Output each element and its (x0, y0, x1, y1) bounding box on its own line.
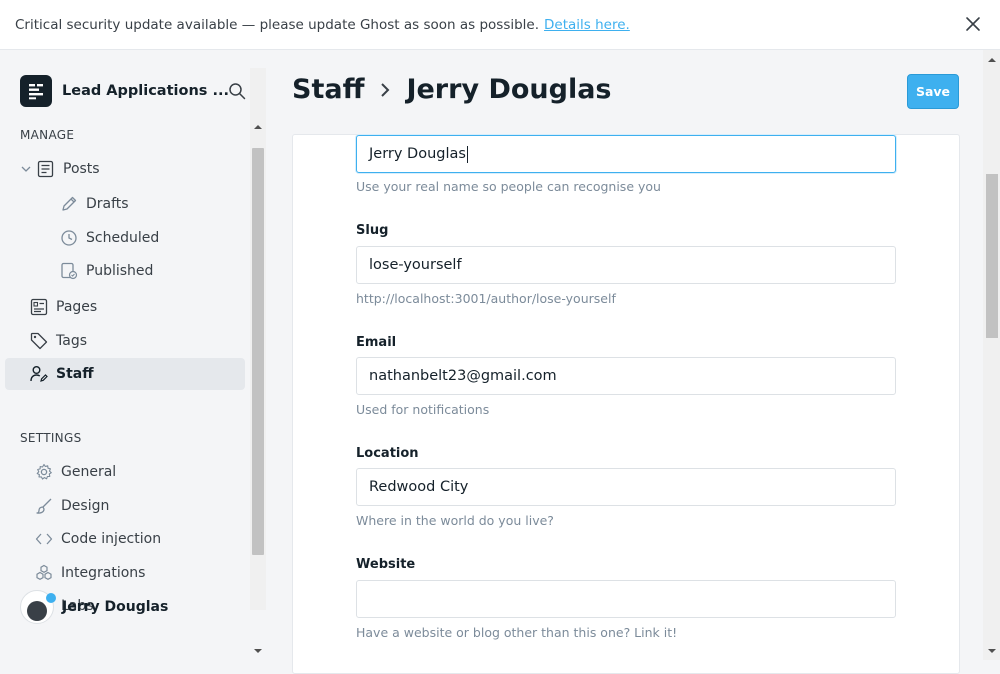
website-label: Website (356, 557, 416, 572)
location-input[interactable]: Redwood City (356, 468, 896, 506)
sidebar-item-staff[interactable]: Staff (5, 358, 245, 390)
integrations-icon (36, 564, 52, 580)
scroll-down-arrow-icon[interactable] (253, 646, 263, 656)
sidebar-item-label: Posts (63, 161, 100, 177)
sidebar-item-label: Design (61, 498, 110, 514)
sidebar-item-label: Code injection (61, 531, 162, 547)
sidebar: Lead Applications ... MANAGE Posts Draft… (0, 50, 266, 660)
gear-icon (36, 463, 52, 480)
website-input[interactable] (356, 580, 896, 618)
sidebar-item-label: Pages (56, 299, 98, 315)
sidebar-item-integrations[interactable]: Integrations (35, 557, 245, 589)
chevron-right-icon (381, 82, 390, 97)
sidebar-item-label: Staff (56, 366, 94, 382)
clock-icon (61, 230, 77, 246)
website-help: Have a website or blog other than this o… (356, 625, 678, 640)
pages-icon (30, 298, 48, 316)
sidebar-item-label: Integrations (61, 565, 146, 581)
posts-icon (37, 160, 54, 178)
slug-value: lose-yourself (369, 257, 462, 273)
manage-section-label: MANAGE (20, 128, 75, 142)
main-scrollbar[interactable] (983, 50, 1000, 660)
sidebar-scrollbar-thumb[interactable] (252, 148, 264, 555)
site-logo-icon (20, 75, 52, 107)
slug-label: Slug (356, 223, 389, 238)
sidebar-item-published[interactable]: Published (60, 255, 245, 287)
sidebar-item-posts[interactable]: Posts (37, 153, 245, 185)
site-name: Lead Applications ... (62, 83, 229, 99)
sidebar-item-general[interactable]: General (35, 456, 245, 488)
close-icon[interactable] (963, 14, 983, 34)
brush-icon (36, 498, 52, 514)
sidebar-item-code-injection[interactable]: Code injection (35, 523, 245, 555)
code-icon (35, 533, 53, 545)
sidebar-item-label: Drafts (86, 196, 129, 212)
pencil-icon (62, 196, 77, 211)
search-icon[interactable] (228, 82, 246, 100)
breadcrumb: Staff Jerry Douglas (292, 74, 612, 105)
slug-help: http://localhost:3001/author/lose-yourse… (356, 291, 616, 306)
site-brand[interactable]: Lead Applications ... (20, 75, 229, 107)
full-name-value: Jerry Douglas (369, 146, 466, 162)
location-value: Redwood City (369, 479, 469, 495)
location-help: Where in the world do you live? (356, 513, 554, 528)
location-label: Location (356, 446, 419, 461)
email-label: Email (356, 335, 397, 350)
email-input[interactable]: nathanbelt23@gmail.com (356, 357, 896, 395)
banner-message: Critical security update available — ple… (15, 16, 540, 33)
full-name-help: Use your real name so people can recogni… (356, 179, 661, 194)
details-link[interactable]: Details here. (544, 17, 630, 33)
settings-section-label: SETTINGS (20, 431, 82, 445)
slug-input[interactable]: lose-yourself (356, 246, 896, 284)
sidebar-item-tags[interactable]: Tags (30, 325, 245, 357)
update-banner: Critical security update available — ple… (0, 0, 1000, 50)
published-icon (61, 262, 78, 280)
chevron-down-icon[interactable] (20, 163, 32, 175)
sidebar-item-label: Scheduled (86, 230, 160, 246)
main-scrollbar-thumb[interactable] (986, 174, 998, 338)
scroll-up-arrow-icon[interactable] (987, 55, 997, 65)
sidebar-item-label: Published (86, 263, 154, 279)
tag-icon (30, 332, 48, 350)
user-name: Jerry Douglas (62, 599, 169, 615)
scroll-down-arrow-icon[interactable] (987, 646, 997, 656)
email-help: Used for notifications (356, 402, 490, 417)
breadcrumb-staff-link[interactable]: Staff (292, 74, 364, 105)
email-value: nathanbelt23@gmail.com (369, 368, 557, 384)
notification-dot (46, 593, 56, 603)
scroll-up-arrow-icon[interactable] (253, 122, 263, 132)
sidebar-item-pages[interactable]: Pages (30, 291, 245, 323)
sidebar-item-drafts[interactable]: Drafts (60, 188, 245, 220)
page-title: Jerry Douglas (406, 74, 612, 105)
full-name-input[interactable]: Jerry Douglas (356, 135, 896, 173)
text-caret (466, 145, 468, 163)
sidebar-item-label: Tags (56, 333, 87, 349)
staff-icon (30, 366, 48, 382)
sidebar-item-scheduled[interactable]: Scheduled (60, 222, 245, 254)
sidebar-item-design[interactable]: Design (35, 490, 245, 522)
save-button[interactable]: Save (907, 74, 959, 109)
user-menu[interactable]: Jerry Douglas (20, 590, 168, 624)
sidebar-item-label: General (61, 464, 117, 480)
